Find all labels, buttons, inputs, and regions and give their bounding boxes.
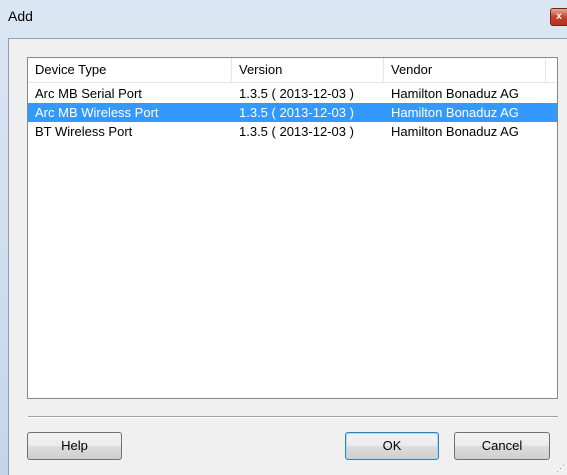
title-bar[interactable]: Add x	[0, 0, 567, 30]
ok-button[interactable]: OK	[345, 432, 439, 460]
table-row[interactable]: Arc MB Wireless Port 1.3.5 ( 2013-12-03 )…	[28, 103, 557, 122]
column-header-vendor[interactable]: Vendor	[384, 58, 546, 82]
dialog-window: Add x Device Type Version Vendor Arc MB …	[0, 0, 567, 475]
cell-device-type: BT Wireless Port	[35, 124, 133, 139]
dialog-title: Add	[8, 8, 33, 24]
cell-vendor: Hamilton Bonaduz AG	[391, 124, 519, 139]
table-row[interactable]: BT Wireless Port 1.3.5 ( 2013-12-03 ) Hami…	[28, 122, 557, 141]
column-header-device-type[interactable]: Device Type	[28, 58, 232, 82]
cell-version: 1.3.5 ( 2013-12-03 )	[239, 86, 354, 101]
cancel-button[interactable]: Cancel	[454, 432, 550, 460]
list-header: Device Type Version Vendor	[28, 58, 557, 83]
close-button[interactable]: x	[550, 8, 567, 26]
table-row[interactable]: Arc MB Serial Port 1.3.5 ( 2013-12-03 ) Ha…	[28, 84, 557, 103]
separator-line	[28, 416, 558, 418]
cell-device-type: Arc MB Serial Port	[35, 86, 142, 101]
cell-version: 1.3.5 ( 2013-12-03 )	[239, 124, 354, 139]
cell-vendor: Hamilton Bonaduz AG	[391, 105, 519, 120]
dialog-client-area: Device Type Version Vendor Arc MB Serial…	[8, 38, 567, 475]
help-button[interactable]: Help	[27, 432, 122, 460]
device-list[interactable]: Device Type Version Vendor Arc MB Serial…	[27, 57, 558, 399]
cell-version: 1.3.5 ( 2013-12-03 )	[239, 105, 354, 120]
resize-grip-icon[interactable]: ⋰	[555, 463, 565, 473]
cell-vendor: Hamilton Bonaduz AG	[391, 86, 519, 101]
list-body: Arc MB Serial Port 1.3.5 ( 2013-12-03 ) Ha…	[28, 84, 557, 141]
cell-device-type: Arc MB Wireless Port	[35, 105, 159, 120]
close-icon: x	[556, 11, 562, 22]
column-header-version[interactable]: Version	[232, 58, 384, 82]
